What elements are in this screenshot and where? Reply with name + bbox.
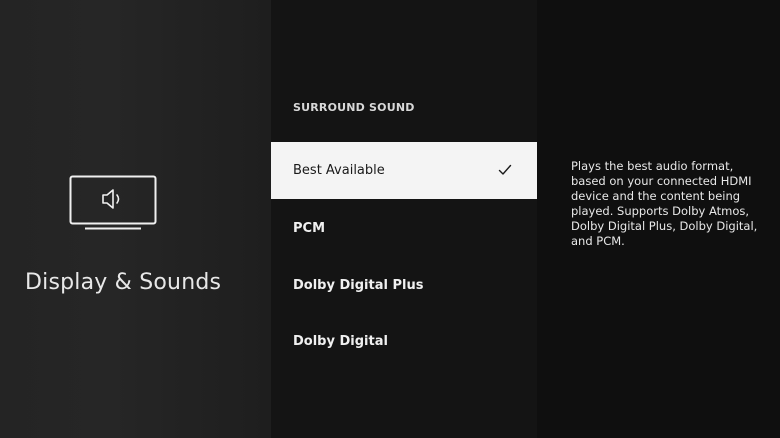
category-panel: Display & Sounds <box>0 0 271 438</box>
menu-heading: SURROUND SOUND <box>293 101 415 114</box>
option-label: Dolby Digital <box>293 334 388 349</box>
option-label: Dolby Digital Plus <box>293 278 424 293</box>
tv-speaker-icon <box>69 175 157 231</box>
section-title: Display & Sounds <box>25 270 222 295</box>
options-panel: SURROUND SOUND Best Available PCM Dolby … <box>271 0 537 438</box>
checkmark-icon <box>498 164 512 176</box>
option-label: PCM <box>293 221 326 236</box>
option-dolby-digital[interactable]: Dolby Digital <box>271 313 537 370</box>
option-description: Plays the best audio format, based on yo… <box>571 159 758 248</box>
option-best-available[interactable]: Best Available <box>271 142 537 199</box>
description-panel: Plays the best audio format, based on yo… <box>537 0 780 438</box>
option-dolby-digital-plus[interactable]: Dolby Digital Plus <box>271 257 537 314</box>
option-label: Best Available <box>293 163 385 178</box>
option-pcm[interactable]: PCM <box>271 200 537 257</box>
